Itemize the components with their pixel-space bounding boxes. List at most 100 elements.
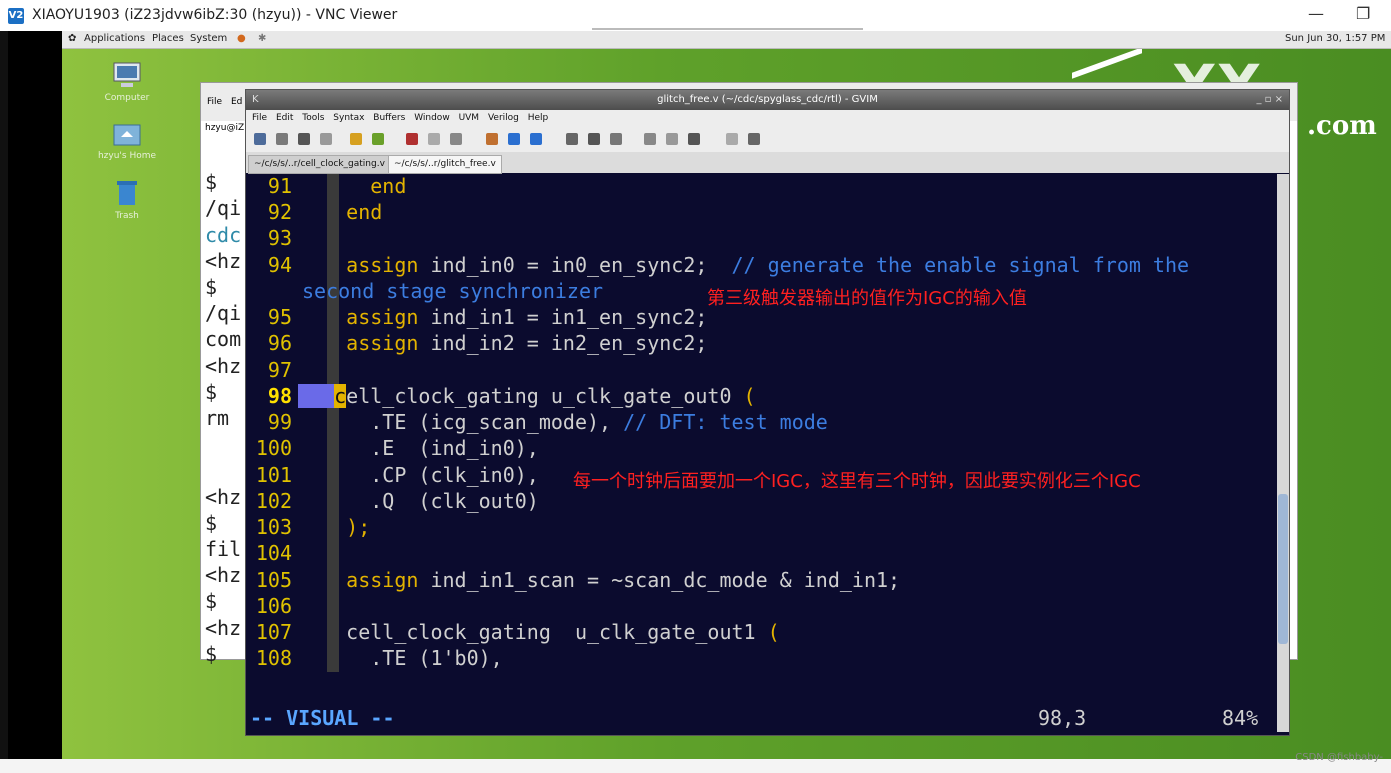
- computer-icon: [113, 62, 141, 87]
- code-line: 94 assign ind_in0 = in0_en_sync2; // gen…: [267, 253, 1190, 277]
- code-line: 105 assign ind_in1_scan = ~scan_dc_mode …: [255, 568, 901, 592]
- cursor-position: 98,3: [1038, 706, 1087, 730]
- trash-icon: [117, 181, 137, 205]
- code-line: 106: [255, 594, 292, 618]
- make-icon[interactable]: [644, 133, 656, 145]
- gnome-top-panel: ✿ Applications Places System ● ✱ Sun Jun…: [62, 31, 1391, 49]
- save-session-icon[interactable]: [588, 133, 600, 145]
- load-session-icon[interactable]: [566, 133, 578, 145]
- vertical-scrollbar[interactable]: [1277, 174, 1289, 732]
- scroll-percent: 84%: [1222, 706, 1259, 730]
- visual-selection: [298, 384, 335, 408]
- left-black-strip: [8, 31, 62, 759]
- gnome-foot-icon[interactable]: ✿: [68, 33, 76, 44]
- annotation-igc-input: 第三级触发器输出的值作为IGC的输入值: [707, 288, 1027, 309]
- menu-tools[interactable]: Tools: [302, 110, 324, 126]
- undo-icon[interactable]: [350, 133, 362, 145]
- mode-indicator: -- VISUAL --: [250, 706, 395, 730]
- editor-area[interactable]: 91 end 92 end 93 94 assign ind_in0 = in0…: [246, 174, 1276, 702]
- terminal-menu-file[interactable]: File: [207, 97, 222, 107]
- menu-places[interactable]: Places: [152, 33, 184, 44]
- code-line: 102 .Q (clk_out0): [255, 489, 539, 513]
- redo-icon[interactable]: [372, 133, 384, 145]
- terminal-output: $ /qi cdc <hz $ /qi com <hz $ rm <hz $ f…: [205, 170, 242, 666]
- desktop-icon-trash[interactable]: Trash: [102, 177, 152, 221]
- gvim-app-icon: K: [252, 94, 259, 105]
- restore-button[interactable]: ❐: [1356, 4, 1370, 23]
- left-border: [0, 31, 8, 773]
- run-script-icon[interactable]: [610, 133, 622, 145]
- window-title: XIAOYU1903 (iZ23jdvw6ibZ:30 (hzyu)) - VN…: [32, 7, 398, 23]
- menu-system[interactable]: System: [190, 33, 227, 44]
- code-line: 107 cell_clock_gating u_clk_gate_out1 (: [255, 620, 780, 644]
- menu-uvm[interactable]: UVM: [459, 110, 480, 126]
- gvim-titlebar[interactable]: K glitch_free.v (~/cdc/spyglass_cdc/rtl)…: [246, 90, 1289, 110]
- save-all-icon[interactable]: [298, 133, 310, 145]
- desktop-icon-home[interactable]: hzyu's Home: [94, 119, 160, 161]
- gvim-toolbar: [246, 126, 1289, 153]
- menu-file[interactable]: File: [252, 110, 267, 126]
- help-icon[interactable]: [726, 133, 738, 145]
- desktop-icon-label: hzyu's Home: [97, 151, 157, 161]
- code-line: 100 .E (ind_in0),: [255, 436, 539, 460]
- code-line-current: 98 cell_clock_gating u_clk_gate_out0 (: [267, 384, 756, 408]
- code-line: 97: [267, 358, 292, 382]
- desktop-icon-label: Computer: [104, 93, 150, 103]
- gvim-window-controls[interactable]: _ ▫ ×: [1256, 90, 1283, 110]
- tab-cell-clock-gating[interactable]: ~/c/s/s/..r/cell_clock_gating.v: [248, 155, 391, 174]
- bottom-strip: [0, 759, 1391, 773]
- code-line: 92 end: [267, 200, 383, 224]
- desktop-icon-computer[interactable]: Computer: [102, 61, 152, 103]
- gvim-menubar: File Edit Tools Syntax Buffers Window UV…: [246, 110, 1289, 126]
- desktop-icon-label: Trash: [115, 211, 139, 221]
- annotation-igc-per-clock: 每一个时钟后面要加一个IGC，这里有三个时钟，因此要实例化三个IGC: [573, 471, 1141, 492]
- brand-domain: .com: [1307, 111, 1377, 141]
- home-folder-icon: [113, 124, 141, 146]
- code-line: 93: [267, 226, 292, 250]
- vnc-logo-icon: V2: [8, 8, 24, 24]
- open-icon[interactable]: [254, 133, 266, 145]
- shell-icon[interactable]: [666, 133, 678, 145]
- tab-glitch-free[interactable]: ~/c/s/s/..r/glitch_free.v: [388, 155, 502, 174]
- code-line: 96 assign ind_in2 = in2_en_sync2;: [267, 331, 708, 355]
- find-help-icon[interactable]: [748, 133, 760, 145]
- paste-icon[interactable]: [450, 133, 462, 145]
- copy-icon[interactable]: [428, 133, 440, 145]
- code-line: 99 .TE (icg_scan_mode), // DFT: test mod…: [267, 410, 828, 434]
- vnc-titlebar: V2 XIAOYU1903 (iZ23jdvw6ibZ:30 (hzyu)) -…: [0, 0, 1391, 32]
- vim-statusline: -- VISUAL -- 98,3 84%: [246, 702, 1276, 732]
- cut-icon[interactable]: [406, 133, 418, 145]
- find-replace-icon[interactable]: [486, 133, 498, 145]
- firefox-icon[interactable]: ●: [237, 33, 246, 44]
- menu-verilog[interactable]: Verilog: [488, 110, 519, 126]
- panel-clock[interactable]: Sun Jun 30, 1:57 PM: [1285, 33, 1385, 44]
- code-line: 103 );: [255, 515, 371, 539]
- print-icon[interactable]: [320, 133, 332, 145]
- vnc-toolbar-handle[interactable]: [592, 28, 863, 30]
- code-line: 104: [255, 541, 292, 565]
- minimize-button[interactable]: —: [1308, 4, 1324, 23]
- settings-icon[interactable]: ✱: [258, 33, 266, 44]
- code-line: 108 .TE (1'b0),: [255, 646, 503, 670]
- cursor: c: [334, 384, 347, 408]
- scrollbar-thumb[interactable]: [1278, 494, 1288, 644]
- code-line: 91 end: [267, 174, 407, 198]
- code-line: 101 .CP (clk_in0),: [255, 463, 539, 487]
- gvim-tabbar: ~/c/s/s/..r/cell_clock_gating.v ~/c/s/s/…: [246, 152, 1289, 174]
- menu-window[interactable]: Window: [414, 110, 450, 126]
- find-prev-icon[interactable]: [530, 133, 542, 145]
- menu-edit[interactable]: Edit: [276, 110, 293, 126]
- tags-icon[interactable]: [688, 133, 700, 145]
- code-line: 95 assign ind_in1 = in1_en_sync2;: [267, 305, 708, 329]
- terminal-host: hzyu@iZ: [205, 123, 245, 133]
- save-icon[interactable]: [276, 133, 288, 145]
- gvim-window: K glitch_free.v (~/cdc/spyglass_cdc/rtl)…: [245, 89, 1290, 736]
- watermark: CSDN @fishbaby-: [1295, 752, 1383, 763]
- menu-buffers[interactable]: Buffers: [373, 110, 405, 126]
- gvim-title: glitch_free.v (~/cdc/spyglass_cdc/rtl) -…: [657, 94, 878, 105]
- find-next-icon[interactable]: [508, 133, 520, 145]
- menu-syntax[interactable]: Syntax: [333, 110, 364, 126]
- terminal-menu-edit[interactable]: Ed: [231, 97, 242, 107]
- menu-applications[interactable]: Applications: [84, 33, 145, 44]
- menu-help[interactable]: Help: [528, 110, 549, 126]
